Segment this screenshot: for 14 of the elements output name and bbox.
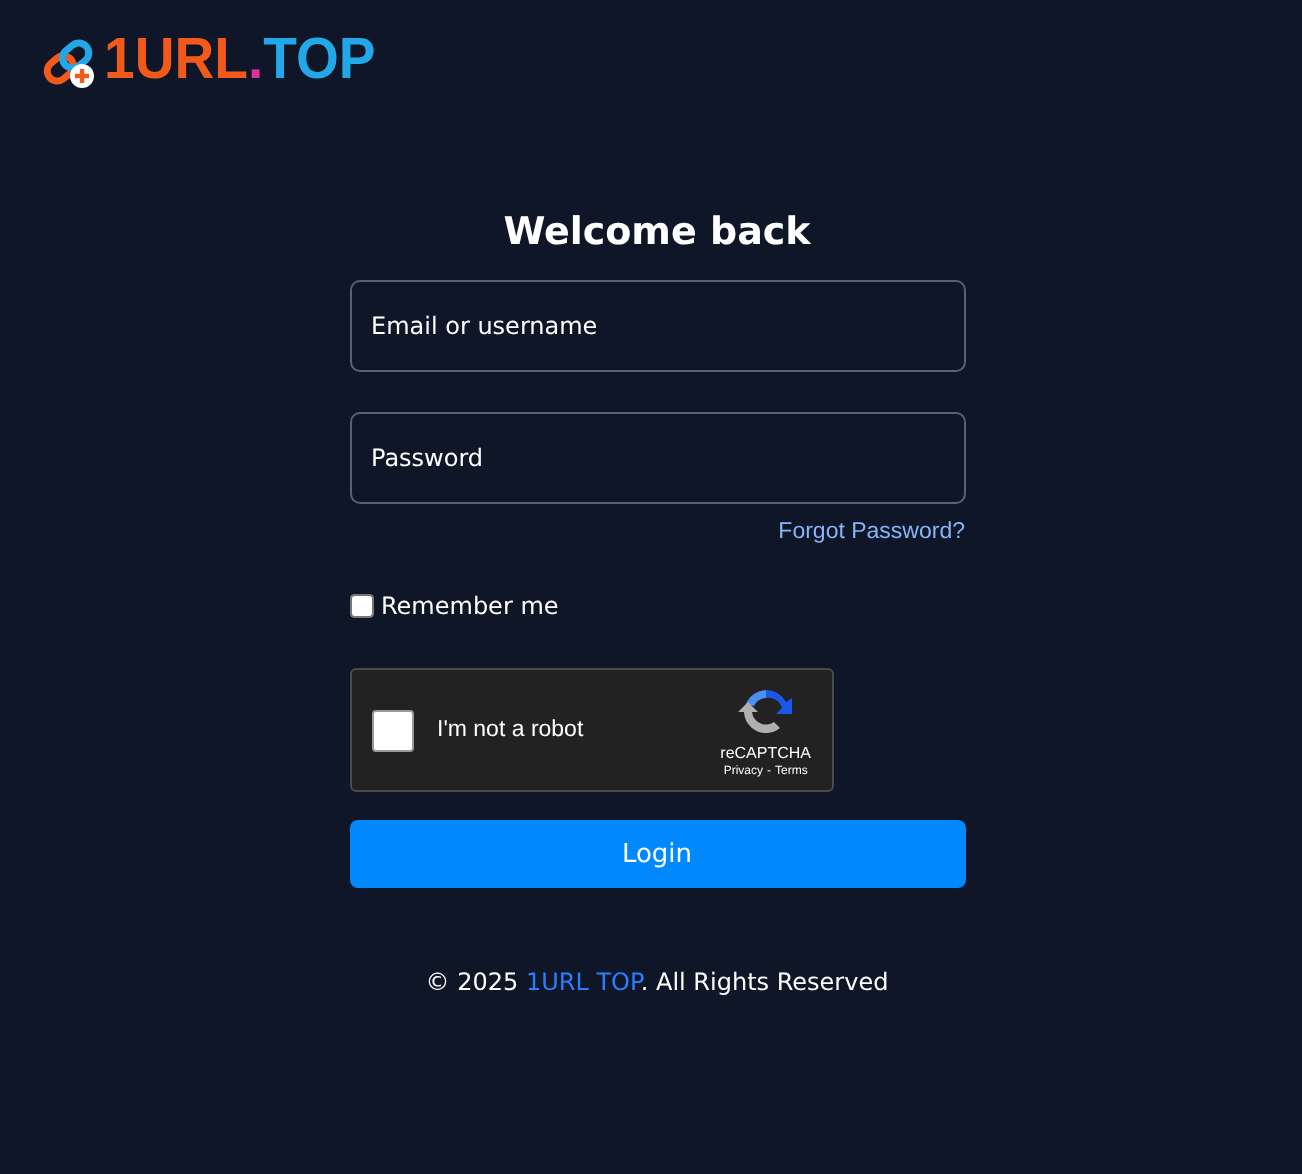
link-plus-icon	[40, 33, 100, 89]
site-link[interactable]: 1URL TOP	[525, 968, 641, 996]
login-button[interactable]: Login	[349, 820, 965, 888]
remember-label: Remember me	[381, 592, 559, 620]
captcha-checkbox[interactable]	[371, 709, 413, 751]
password-field[interactable]: Password	[349, 412, 965, 504]
captcha-label: I'm not a robot	[437, 718, 586, 742]
page-title: Welcome back	[501, 208, 813, 256]
forgot-password-link[interactable]: Forgot Password?	[778, 520, 965, 544]
copyright-text: © 2025 1URL TOP. All Rights Reserved	[423, 968, 891, 996]
email-field[interactable]: Email or username	[349, 280, 965, 372]
recaptcha-label: reCAPTCHA	[720, 743, 811, 761]
logo-text: 1URL.TOP	[104, 28, 376, 94]
remember-checkbox[interactable]	[349, 594, 373, 618]
